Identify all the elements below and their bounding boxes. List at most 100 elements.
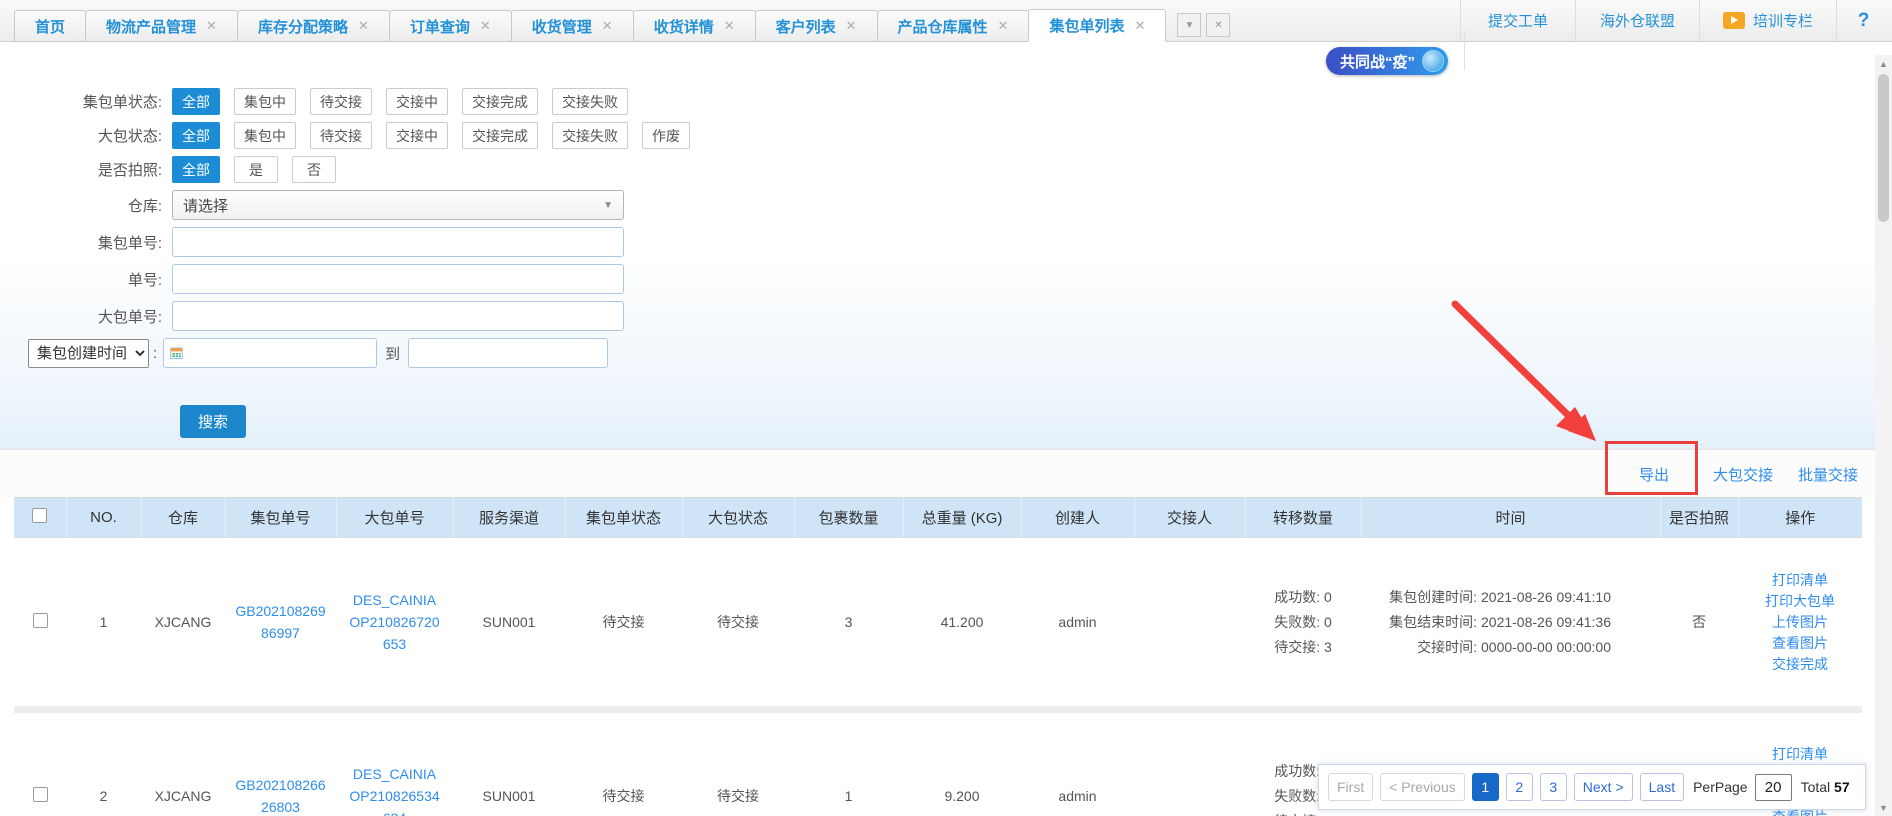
date-to-input[interactable] xyxy=(421,345,602,361)
date-from-field[interactable] xyxy=(163,338,377,368)
search-button[interactable]: 搜索 xyxy=(180,405,246,438)
cell-bag-status: 待交接 xyxy=(682,538,794,710)
operation-link-交接完成[interactable]: 交接完成 xyxy=(1740,654,1860,675)
pagination-page-3[interactable]: 3 xyxy=(1540,773,1567,801)
submit-ticket-link[interactable]: 提交工单 xyxy=(1460,0,1575,41)
scroll-up-icon[interactable]: ▲ xyxy=(1875,55,1892,72)
filter-option-待交接[interactable]: 待交接 xyxy=(310,122,372,149)
tab-订单查询[interactable]: 订单查询✕ xyxy=(389,10,512,42)
tab-close-icon[interactable]: ✕ xyxy=(998,18,1009,34)
filter-option-集包中[interactable]: 集包中 xyxy=(234,122,296,149)
operation-link-打印清单[interactable]: 打印清单 xyxy=(1740,744,1860,765)
tab-集包单列表[interactable]: 集包单列表✕ xyxy=(1028,9,1166,42)
date-to-separator: 到 xyxy=(385,343,400,364)
tab-产品仓库属性[interactable]: 产品仓库属性✕ xyxy=(877,10,1030,42)
tab-overflow-dropdown-icon[interactable]: ▼ xyxy=(1177,13,1201,37)
time-type-select[interactable]: 集包创建时间 xyxy=(28,339,149,368)
vertical-scrollbar[interactable]: ▲ ▼ xyxy=(1875,55,1892,816)
training-column-link[interactable]: 培训专栏 xyxy=(1699,0,1836,41)
tab-close-icon[interactable]: ✕ xyxy=(1134,18,1145,34)
tab-close-icon[interactable]: ✕ xyxy=(846,18,857,34)
pagination-previous-button[interactable]: < Previous xyxy=(1380,773,1465,801)
filter-option-否[interactable]: 否 xyxy=(292,156,336,183)
tab-label: 物流产品管理 xyxy=(106,16,196,37)
warehouse-label: 仓库: xyxy=(0,195,172,216)
tab-收货管理[interactable]: 收货管理 ✕ xyxy=(511,10,634,42)
pagination-page-1[interactable]: 1 xyxy=(1472,773,1499,801)
tab-close-icon[interactable]: ✕ xyxy=(480,18,491,34)
tab-库存分配策略[interactable]: 库存分配策略✕ xyxy=(237,10,390,42)
filter-option-集包中[interactable]: 集包中 xyxy=(234,88,296,115)
transfer-line: 成功数: 0 xyxy=(1274,585,1332,610)
filter-row: 大包状态:全部集包中待交接交接中交接完成交接失败作废 xyxy=(0,122,1875,149)
operation-link-打印大包单[interactable]: 打印大包单 xyxy=(1740,591,1860,612)
filter-option-交接中[interactable]: 交接中 xyxy=(386,88,448,115)
row-checkbox[interactable] xyxy=(33,787,48,802)
scroll-down-icon[interactable]: ▼ xyxy=(1875,799,1892,816)
pagination-first-button[interactable]: First xyxy=(1328,773,1373,801)
bag-handover-link[interactable]: 大包交接 xyxy=(1713,464,1773,485)
select-all-checkbox[interactable] xyxy=(32,508,47,523)
filter-option-全部[interactable]: 全部 xyxy=(172,156,220,183)
tab-overflow-close-icon[interactable]: ✕ xyxy=(1206,13,1230,37)
time-filter-row: 集包创建时间 : 到 xyxy=(28,338,1875,368)
filter-option-待交接[interactable]: 待交接 xyxy=(310,88,372,115)
tab-close-icon[interactable]: ✕ xyxy=(206,18,217,34)
tab-close-icon[interactable]: ✕ xyxy=(724,18,735,34)
status-filter-rows: 集包单状态:全部集包中待交接交接中交接完成交接失败大包状态:全部集包中待交接交接… xyxy=(0,88,1875,183)
filter-row: 集包单状态:全部集包中待交接交接中交接完成交接失败 xyxy=(0,88,1875,115)
filter-label: 集包单号: xyxy=(0,232,172,253)
filter-option-交接中[interactable]: 交接中 xyxy=(386,122,448,149)
tab-首页[interactable]: 首页 xyxy=(14,10,86,42)
filter-option-是[interactable]: 是 xyxy=(234,156,278,183)
bag-no-link[interactable]: DES_CAINIA OP210826534 684 xyxy=(349,763,439,816)
tab-物流产品管理[interactable]: 物流产品管理 ✕ xyxy=(85,10,238,42)
batch-handover-link[interactable]: 批量交接 xyxy=(1798,464,1858,485)
scrollbar-thumb[interactable] xyxy=(1878,74,1889,222)
column-header-集包单状态: 集包单状态 xyxy=(565,498,682,538)
filter-option-作废[interactable]: 作废 xyxy=(642,122,690,149)
help-button[interactable]: ? xyxy=(1836,0,1890,41)
filter-label: 集包单状态: xyxy=(0,91,172,112)
filter-option-全部[interactable]: 全部 xyxy=(172,88,220,115)
tab-close-icon[interactable]: ✕ xyxy=(602,18,613,34)
operation-link-上传图片[interactable]: 上传图片 xyxy=(1740,612,1860,633)
bale-no-link[interactable]: GB202108266 26803 xyxy=(235,774,325,816)
perpage-input[interactable] xyxy=(1755,774,1792,801)
date-to-field[interactable] xyxy=(408,338,608,368)
column-header-大包状态: 大包状态 xyxy=(682,498,794,538)
bale-no-link[interactable]: GB202108269 86997 xyxy=(235,600,325,644)
filter-text-input[interactable] xyxy=(172,227,624,257)
operation-link-打印清单[interactable]: 打印清单 xyxy=(1740,570,1860,591)
filter-option-交接失败[interactable]: 交接失败 xyxy=(552,88,628,115)
tab-close-icon[interactable]: ✕ xyxy=(358,18,369,34)
tab-客户列表[interactable]: 客户列表✕ xyxy=(755,10,878,42)
row-checkbox[interactable] xyxy=(33,613,48,628)
table-header-row: NO.仓库集包单号大包单号服务渠道集包单状态大包状态包裹数量总重量 (KG)创建… xyxy=(14,498,1862,538)
transfer-lines: 成功数: 0失败数: 0待交接: 3 xyxy=(1274,585,1332,660)
filter-option-全部[interactable]: 全部 xyxy=(172,122,220,149)
pagination-last-button[interactable]: Last xyxy=(1640,773,1684,801)
filter-option-交接完成[interactable]: 交接完成 xyxy=(462,122,538,149)
date-from-input[interactable] xyxy=(189,345,370,361)
tab-收货详情[interactable]: 收货详情✕ xyxy=(633,10,756,42)
warehouse-select[interactable]: 请选择 ▼ xyxy=(172,190,624,220)
cell-channel: SUN001 xyxy=(453,710,565,816)
overseas-alliance-link[interactable]: 海外仓联盟 xyxy=(1575,0,1699,41)
operation-link-查看图片[interactable]: 查看图片 xyxy=(1740,633,1860,654)
video-play-icon xyxy=(1723,12,1745,29)
bag-no-link[interactable]: DES_CAINIA OP210826720 653 xyxy=(349,589,439,655)
column-header-仓库: 仓库 xyxy=(141,498,225,538)
filter-option-交接失败[interactable]: 交接失败 xyxy=(552,122,628,149)
pagination-page-2[interactable]: 2 xyxy=(1506,773,1533,801)
transfer-line: 待交接: 3 xyxy=(1274,635,1332,660)
export-link[interactable]: 导出 xyxy=(1639,464,1669,485)
pagination-next-button[interactable]: Next > xyxy=(1574,773,1633,801)
campaign-badge[interactable]: 共同战“疫” xyxy=(1326,47,1448,75)
filter-option-交接完成[interactable]: 交接完成 xyxy=(462,88,538,115)
tab-label: 收货管理 xyxy=(532,16,592,37)
filter-text-input[interactable] xyxy=(172,264,624,294)
cell-bale-status: 待交接 xyxy=(565,538,682,710)
filter-text-input[interactable] xyxy=(172,301,624,331)
app-window: 首页物流产品管理✕库存分配策略✕订单查询✕收货管理✕收货详情✕客户列表✕产品仓库… xyxy=(0,0,1892,816)
